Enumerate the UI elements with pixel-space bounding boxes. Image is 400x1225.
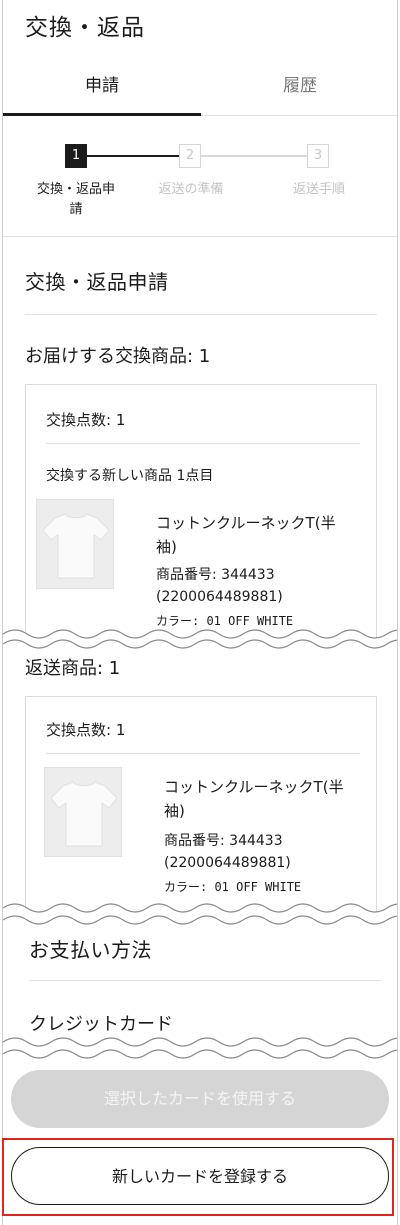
page-title: 交換・返品 <box>25 15 145 41</box>
use-selected-card-button[interactable]: 選択したカードを使用する <box>11 1070 389 1128</box>
step-connector <box>87 155 179 157</box>
step-3-indicator: 3 <box>307 144 329 168</box>
step-3-label: 返送手順 <box>292 182 345 197</box>
app-frame: 交換・返品 申請 履歴 1 2 3 交換・返品申 請 返送の準備 返送手順 交換… <box>2 0 398 1225</box>
new-item-label: 交換する新しい商品 1点目 <box>46 468 214 484</box>
request-heading: 交換・返品申請 <box>25 270 169 294</box>
step-1-label: 交換・返品申 請 <box>36 182 115 217</box>
tab-history[interactable]: 履歴 <box>201 66 397 116</box>
exchange-count: 交換点数: 1 <box>46 411 126 429</box>
product-jan: (2200064489881) <box>156 589 283 605</box>
divider <box>46 443 360 444</box>
step-2-label: 返送の準備 <box>158 182 224 197</box>
tab-bar: 申請 履歴 <box>3 66 397 116</box>
divider <box>3 236 397 237</box>
payment-heading: お支払い方法 <box>29 938 152 962</box>
step-2-indicator: 2 <box>179 144 201 168</box>
tshirt-icon <box>42 513 110 579</box>
product-jan: (2200064489881) <box>164 855 291 871</box>
product-number: 商品番号: 344433 <box>164 833 283 849</box>
exchange-item-card: 交換点数: 1 交換する新しい商品 1点目 コットンクルーネックT(半 袖) 商… <box>25 384 377 644</box>
return-count: 交換点数: 1 <box>46 721 126 739</box>
return-items-title: 返送商品: 1 <box>25 658 121 679</box>
product-name[interactable]: コットンクルーネックT(半 袖) <box>164 775 364 823</box>
product-number: 商品番号: 344433 <box>156 567 275 583</box>
product-color: カラー: 01 OFF WHITE <box>164 880 302 894</box>
product-thumbnail <box>36 499 114 589</box>
highlight-frame <box>2 1138 394 1216</box>
exchange-items-title: お届けする交換商品: 1 <box>25 346 211 367</box>
step-1-indicator: 1 <box>65 144 87 168</box>
product-thumbnail <box>44 767 122 857</box>
divider <box>25 314 377 315</box>
progress-steps: 1 2 3 交換・返品申 請 返送の準備 返送手順 <box>3 142 397 232</box>
tshirt-icon <box>50 781 118 847</box>
return-item-card: 交換点数: 1 コットンクルーネックT(半 袖) 商品番号: 344433 (2… <box>25 696 377 916</box>
divider <box>46 753 360 754</box>
step-connector <box>201 155 307 157</box>
cut-wave <box>3 629 397 658</box>
cut-wave <box>3 1037 397 1070</box>
divider <box>29 980 381 981</box>
product-name[interactable]: コットンクルーネックT(半 袖) <box>156 511 356 559</box>
cut-wave <box>3 903 397 936</box>
tab-application[interactable]: 申請 <box>3 66 201 116</box>
